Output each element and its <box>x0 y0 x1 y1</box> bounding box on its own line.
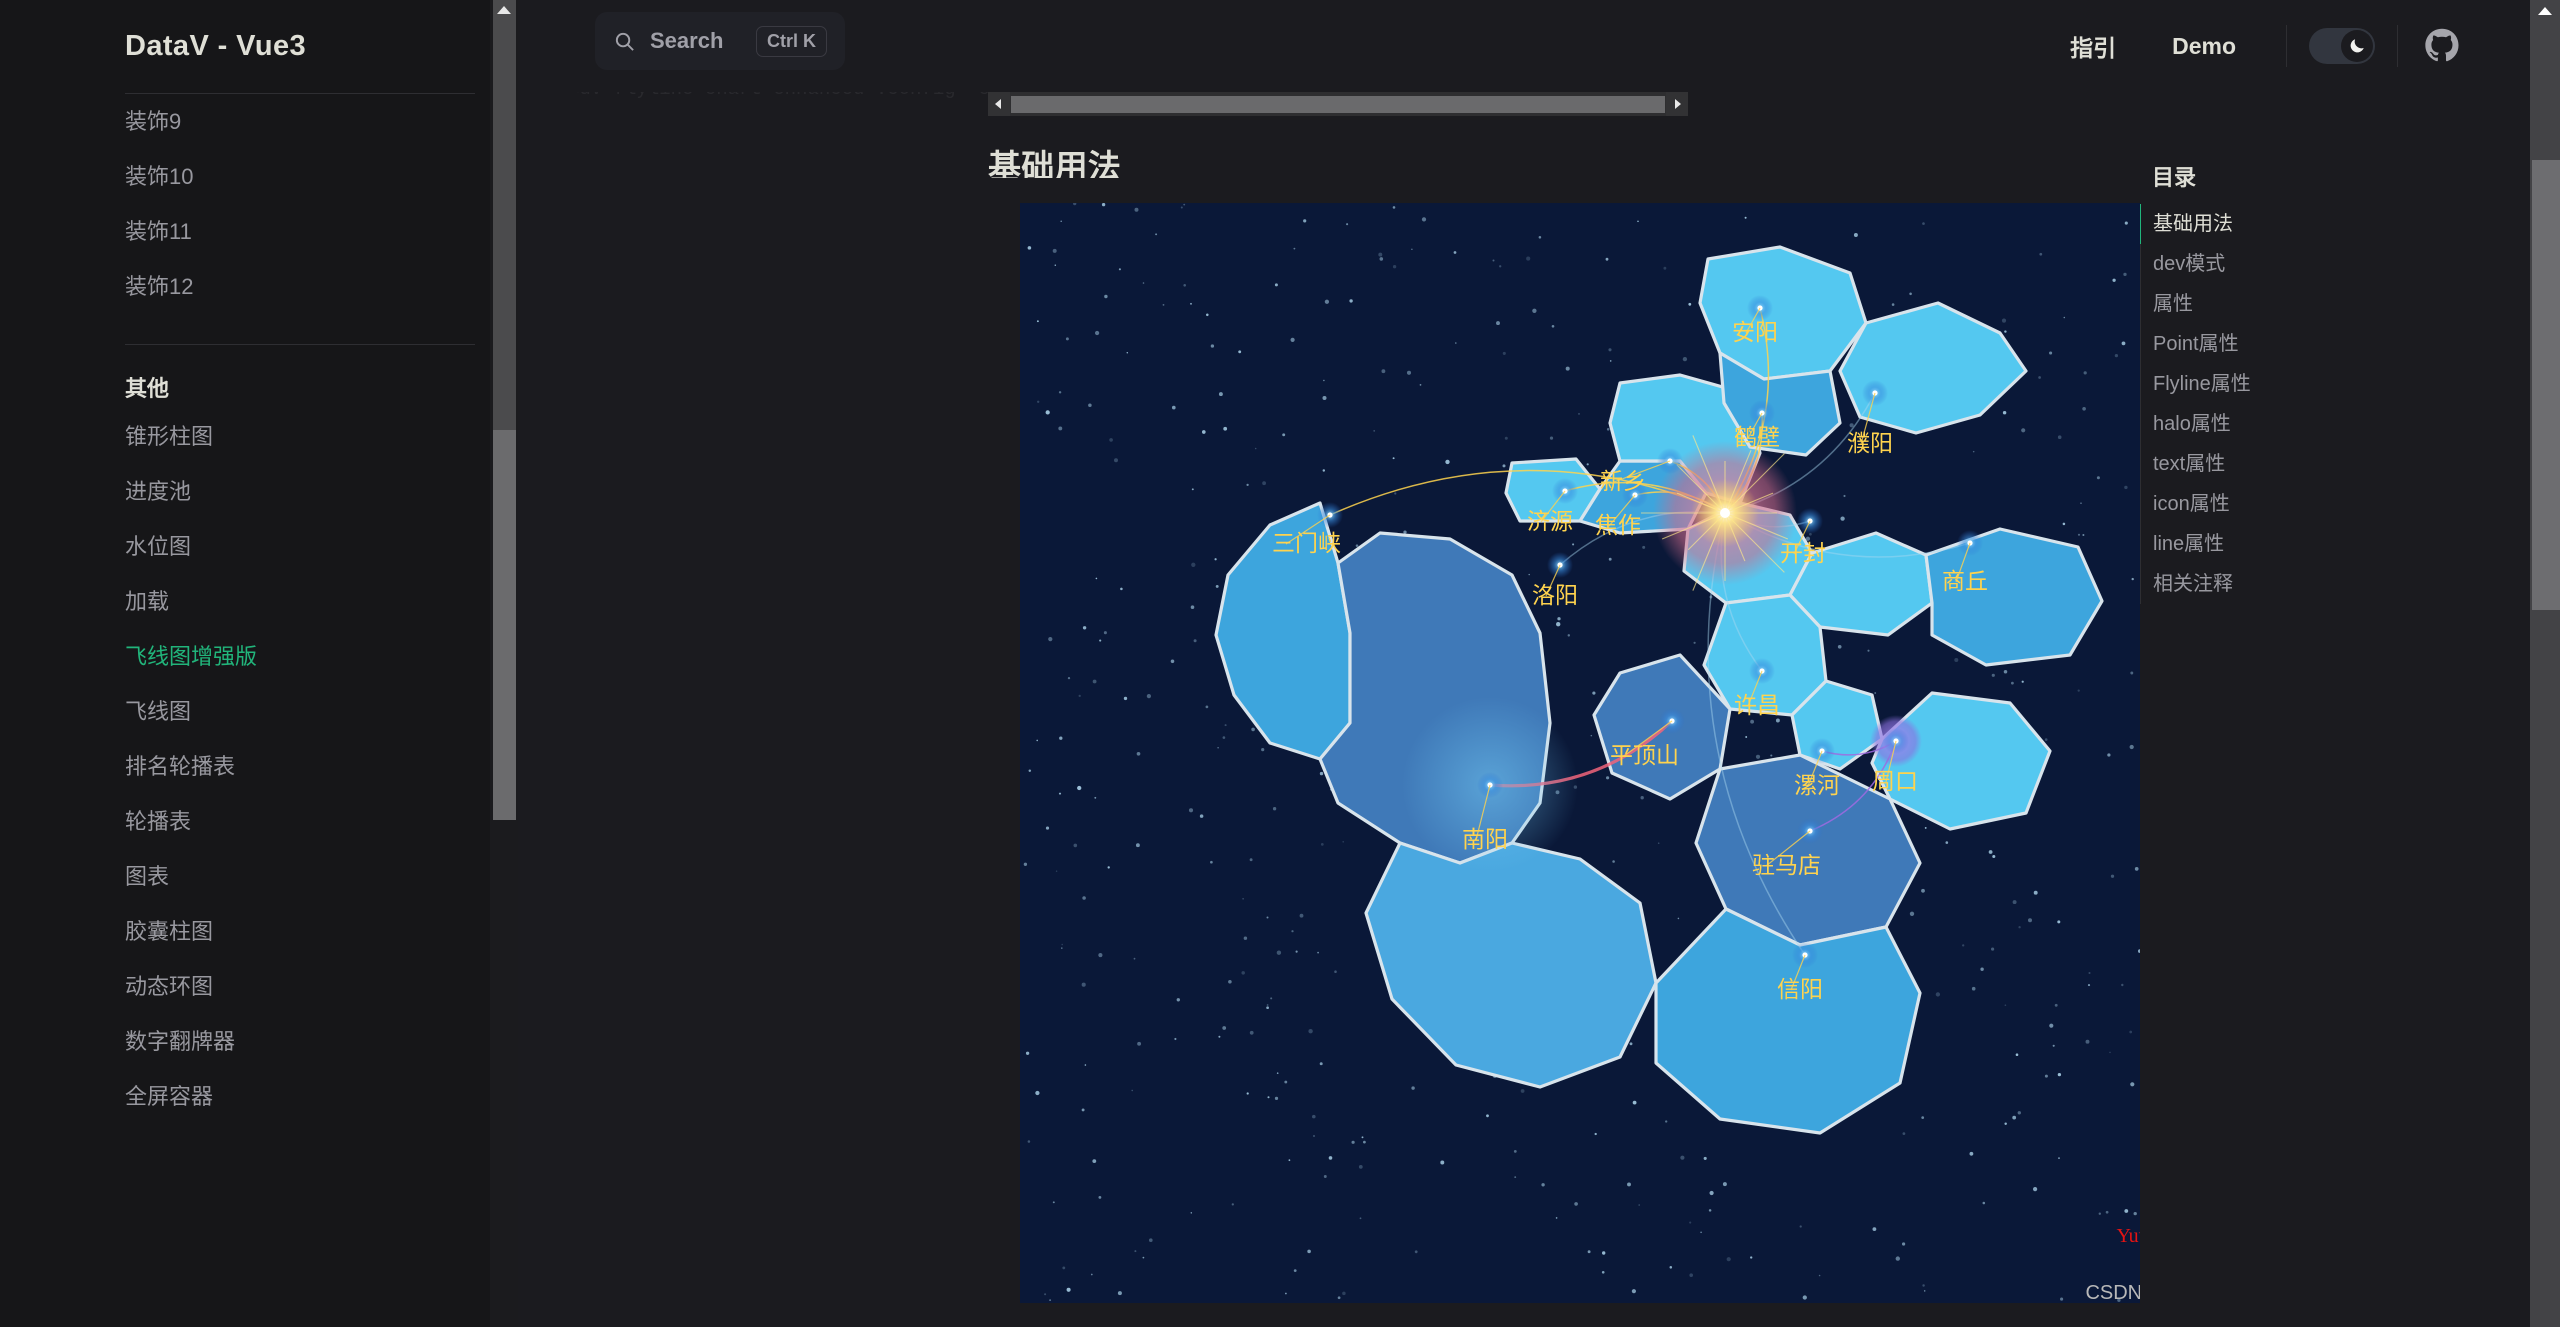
map-label-驻马店: 驻马店 <box>1752 852 1821 878</box>
map-label-焦作: 焦作 <box>1595 512 1641 538</box>
map-label-南阳: 南阳 <box>1462 826 1508 852</box>
sidebar-item-other-5[interactable]: 飞线图 <box>125 684 490 739</box>
map-label-平顶山: 平顶山 <box>1610 742 1679 768</box>
toc-item-2[interactable]: 属性 <box>2140 284 2500 324</box>
toc-item-8[interactable]: line属性 <box>2140 524 2500 564</box>
map-label-漯河: 漯河 <box>1794 772 1840 798</box>
sidebar-item-other-6[interactable]: 排名轮播表 <box>125 739 490 794</box>
moon-icon <box>2350 39 2364 53</box>
flyline-chart-enhanced[interactable]: 安阳鹤壁 濮阳新乡焦作 济源开封商丘 三门峡洛阳许昌平顶山漯河 周口南阳驻马店信阳 Yu… <box>1020 203 2140 1303</box>
toc-item-1[interactable]: dev模式 <box>2140 244 2500 284</box>
header-divider-2 <box>2397 25 2398 67</box>
sidebar-group: 其他 锥形柱图 进度池 水位图 加载 飞线图增强版 飞线图 排名轮播表 轮播表 图表 胶囊柱图 动态… <box>0 345 490 1124</box>
brand-title[interactable]: DataV - Vue3 <box>0 0 490 63</box>
map-label-三门峡: 三门峡 <box>1272 530 1341 556</box>
map-label-周口: 周口 <box>1872 768 1918 794</box>
map-label-洛阳: 洛阳 <box>1532 582 1578 608</box>
header-nav: 指引 Demo <box>2042 0 2460 92</box>
demo-container: 安阳鹤壁 濮阳新乡焦作 济源开封商丘 三门峡洛阳许昌平顶山漯河 周口南阳驻马店信阳 Yu… <box>988 178 2140 1327</box>
map-label-许昌: 许昌 <box>1734 692 1780 718</box>
map-label-濮阳: 濮阳 <box>1847 430 1893 456</box>
sidebar-nav-top: 装饰9 装饰10 装饰11 装饰12 <box>0 94 490 314</box>
theme-toggle-knob[interactable] <box>2341 30 2373 62</box>
henan-map: 安阳鹤壁 濮阳新乡焦作济源开封商丘 三门峡洛阳许昌平顶山漯河 周口南阳驻马店信阳 <box>1214 245 2104 1135</box>
sidebar-item-other-2[interactable]: 水位图 <box>125 519 490 574</box>
sidebar-nav-other: 锥形柱图 进度池 水位图 加载 飞线图增强版 飞线图 排名轮播表 轮播表 图表 胶囊柱图 动态环图数… <box>125 409 490 1124</box>
search-label: Search <box>650 28 724 53</box>
sidebar-item-other-4[interactable]: 飞线图增强版 <box>125 629 490 684</box>
toc-item-3[interactable]: Point属性 <box>2140 324 2500 364</box>
toc-item-9[interactable]: 相关注释 <box>2140 564 2500 604</box>
center-point-郑州[interactable] <box>1720 508 1730 518</box>
toc-item-6[interactable]: text属性 <box>2140 444 2500 484</box>
search-icon <box>615 32 634 51</box>
toc-list: 基础用法 dev模式 属性 Point属性 Flyline属性 halo属性 text属性 i… <box>2140 204 2500 604</box>
map-label-信阳: 信阳 <box>1777 976 1823 1002</box>
sidebar-scrollbar-thumb[interactable] <box>493 0 516 430</box>
sidebar-item-other-9[interactable]: 胶囊柱图 <box>125 904 490 959</box>
sidebar-item-other-12[interactable]: 全屏容器 <box>125 1069 490 1124</box>
map-label-济源: 济源 <box>1527 508 1573 534</box>
toc-item-7[interactable]: icon属性 <box>2140 484 2500 524</box>
sidebar-item-other-7[interactable]: 轮播表 <box>125 794 490 849</box>
sidebar-item-3[interactable]: 装饰12 <box>125 259 490 314</box>
sidebar-item-1[interactable]: 装饰10 <box>125 149 490 204</box>
watermark-red: Yuucn.com <box>2116 1225 2140 1247</box>
map-label-开封: 开封 <box>1780 540 1826 566</box>
scroll-right-arrow-icon[interactable] <box>1666 92 1688 116</box>
app-root: DataV - Vue3 装饰9 装饰10 装饰11 装饰12 其他 锥形柱图 进度池水… <box>0 0 2560 1327</box>
sidebar-item-other-0[interactable]: 锥形柱图 <box>125 409 490 464</box>
toc-item-4[interactable]: Flyline属性 <box>2140 364 2500 404</box>
toc-sidebar: 目录 基础用法 dev模式 属性 Point属性 Flyline属性 halo属性 text… <box>2140 0 2500 1327</box>
map-label-安阳: 安阳 <box>1732 319 1778 345</box>
watermark-csdn: CSDN @蓝匣子Albox <box>2085 1282 2140 1304</box>
search-input[interactable]: Search Ctrl K <box>595 12 845 70</box>
sidebar-scrollbar-thumb-lower[interactable] <box>493 430 516 820</box>
main-content: <dv-flyline-chart-enhanced :config="conf… <box>520 0 2140 1327</box>
toc-item-0[interactable]: 基础用法 <box>2140 204 2500 244</box>
sidebar-scrollbar[interactable] <box>490 0 518 1327</box>
page-scrollbar[interactable] <box>2530 0 2560 1327</box>
sidebar-item-other-8[interactable]: 图表 <box>125 849 490 904</box>
page-scroll-up-arrow-icon[interactable] <box>2538 7 2552 15</box>
map-regions <box>1214 245 2104 1135</box>
map-label-新乡: 新乡 <box>1600 468 1646 494</box>
sidebar-item-2[interactable]: 装饰11 <box>125 204 490 259</box>
top-header: Search Ctrl K 指引 Demo <box>520 0 2530 92</box>
nav-link-guide[interactable]: 指引 <box>2042 29 2144 63</box>
sidebar-group-title: 其他 <box>125 376 170 401</box>
scroll-up-arrow-icon[interactable] <box>497 6 511 14</box>
sidebar-item-0[interactable]: 装饰9 <box>125 94 490 149</box>
search-shortcut-badge: Ctrl K <box>756 25 827 57</box>
nav-link-demo[interactable]: Demo <box>2144 33 2264 60</box>
page-scrollbar-thumb[interactable] <box>2532 160 2560 610</box>
theme-toggle[interactable] <box>2309 28 2375 64</box>
code-scrollbar-thumb[interactable] <box>1011 95 1665 113</box>
sidebar-item-other-11[interactable]: 数字翻牌器 <box>125 1014 490 1069</box>
sidebar: DataV - Vue3 装饰9 装饰10 装饰11 装饰12 其他 锥形柱图 进度池水… <box>0 0 490 1327</box>
toc-item-5[interactable]: halo属性 <box>2140 404 2500 444</box>
sidebar-item-other-1[interactable]: 进度池 <box>125 464 490 519</box>
sidebar-item-other-10[interactable]: 动态环图 <box>125 959 490 1014</box>
map-label-商丘: 商丘 <box>1942 568 1988 594</box>
header-divider-1 <box>2286 25 2287 67</box>
map-label-鹤壁: 鹤壁 <box>1734 424 1780 450</box>
scroll-left-arrow-icon[interactable] <box>988 92 1010 116</box>
sidebar-inner: DataV - Vue3 装饰9 装饰10 装饰11 装饰12 其他 锥形柱图 进度池水… <box>0 0 490 1124</box>
github-icon[interactable] <box>2424 28 2460 64</box>
sidebar-item-other-3[interactable]: 加载 <box>125 574 490 629</box>
code-horizontal-scrollbar[interactable] <box>988 92 1688 116</box>
